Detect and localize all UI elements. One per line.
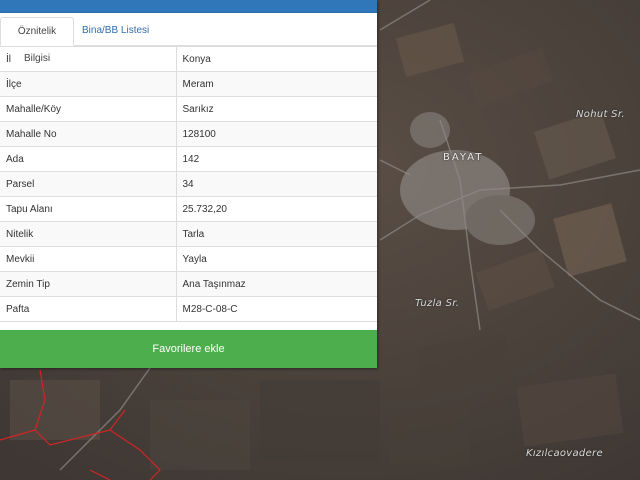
table-row: Mahalle No 128100 <box>0 121 377 147</box>
table-row: İl Konya <box>0 46 377 72</box>
attribute-key: Pafta <box>0 296 177 322</box>
attribute-value: 128100 <box>175 121 377 147</box>
attribute-key: Mevkii <box>0 246 177 272</box>
table-row: Tapu Alanı 25.732,20 <box>0 196 377 222</box>
panel-header <box>0 0 377 13</box>
attribute-value: Tarla <box>175 221 377 247</box>
attribute-key: Mahalle No <box>0 121 177 147</box>
attribute-key: Nitelik <box>0 221 177 247</box>
table-row: Zemin Tip Ana Taşınmaz <box>0 271 377 297</box>
table-row: Mevkii Yayla <box>0 246 377 272</box>
tab-bar: Öznitelik Bilgisi Bina/BB Listesi <box>0 13 377 64</box>
table-row: Nitelik Tarla <box>0 221 377 247</box>
table-row: Ada 142 <box>0 146 377 172</box>
attribute-key: Tapu Alanı <box>0 196 177 222</box>
attribute-value: 34 <box>175 171 377 197</box>
table-row: İlçe Meram <box>0 71 377 97</box>
attribute-value: Sarıkız <box>175 96 377 122</box>
add-to-favorites-button[interactable]: Favorilere ekle <box>0 330 377 368</box>
parcel-info-panel: Öznitelik Bilgisi Bina/BB Listesi İl Kon… <box>0 0 377 368</box>
tab-attribute-info[interactable]: Öznitelik Bilgisi <box>0 17 74 64</box>
table-row: Mahalle/Köy Sarıkız <box>0 96 377 122</box>
attribute-value: 142 <box>175 146 377 172</box>
attribute-key: Zemin Tip <box>0 271 177 297</box>
attribute-key: Mahalle/Köy <box>0 96 177 122</box>
attribute-key: İlçe <box>0 71 177 97</box>
map-label-tuzla: Tuzla Sr. <box>415 298 460 309</box>
attribute-value: Ana Taşınmaz <box>175 271 377 297</box>
attribute-value: Meram <box>175 71 377 97</box>
table-row: Parsel 34 <box>0 171 377 197</box>
table-row: Pafta M28-C-08-C <box>0 296 377 322</box>
map-label-bayat: BAYAT <box>443 152 484 163</box>
tab-building-list[interactable]: Bina/BB Listesi <box>76 17 155 44</box>
attribute-key: Parsel <box>0 171 177 197</box>
attribute-table: İl Konya İlçe Meram Mahalle/Köy Sarıkız … <box>0 46 377 322</box>
map-label-nohut: Nohut Sr. <box>576 109 625 120</box>
attribute-value: M28-C-08-C <box>175 296 377 322</box>
attribute-key: Ada <box>0 146 177 172</box>
attribute-value: Yayla <box>175 246 377 272</box>
attribute-value: 25.732,20 <box>175 196 377 222</box>
map-label-kizilcaovadere: Kızılcaovadere <box>526 448 603 459</box>
attribute-value: Konya <box>175 46 377 72</box>
